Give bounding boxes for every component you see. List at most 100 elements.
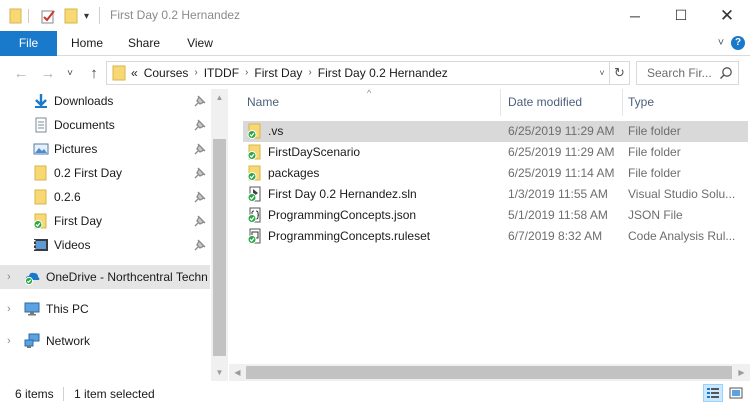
large-icons-view-icon: [729, 387, 743, 399]
file-type: File folder: [628, 166, 681, 180]
close-button[interactable]: ✕: [704, 0, 750, 31]
pin-icon[interactable]: [194, 143, 206, 155]
column-divider[interactable]: [500, 89, 501, 116]
sidebar-item-downloads[interactable]: Downloads: [0, 89, 210, 113]
search-input[interactable]: [637, 62, 715, 84]
pin-icon[interactable]: [194, 95, 206, 107]
details-view-button[interactable]: [703, 384, 723, 402]
breadcrumb-first-day[interactable]: First Day: [254, 62, 302, 84]
folder-icon: [34, 189, 47, 205]
search-icon[interactable]: [719, 66, 733, 80]
ribbon-tabs: File Home Share View ˅ ?: [0, 31, 750, 56]
breadcrumb-overflow[interactable]: «: [131, 62, 144, 84]
sidebar-item-0-2-6[interactable]: 0.2.6: [0, 185, 210, 209]
tab-home[interactable]: Home: [62, 31, 112, 56]
sidebar-item-label: Videos: [54, 238, 91, 252]
breadcrumb-separator[interactable]: ›: [239, 62, 254, 84]
breadcrumb-itddf[interactable]: ITDDF: [204, 62, 239, 84]
recent-locations-button[interactable]: ˅: [60, 65, 80, 81]
file-date: 6/7/2019 8:32 AM: [508, 229, 603, 243]
tab-share[interactable]: Share: [118, 31, 170, 56]
solution-file-icon: [247, 186, 261, 202]
column-header-date-modified[interactable]: Date modified: [508, 89, 620, 116]
navigation-pane: Downloads Documents Pictures 0.2 First D…: [0, 89, 228, 381]
minimize-button[interactable]: ─: [612, 0, 658, 31]
sidebar-item-videos[interactable]: Videos: [0, 233, 210, 257]
breadcrumb-current-folder[interactable]: First Day 0.2 Hernandez: [318, 62, 448, 84]
pin-icon[interactable]: [194, 167, 206, 179]
new-folder-icon[interactable]: [64, 7, 78, 25]
expand-chevron-icon[interactable]: ›: [7, 271, 17, 283]
this-pc-icon: [24, 302, 40, 316]
file-date: 6/25/2019 11:14 AM: [508, 166, 615, 180]
sidebar-item-label: 0.2.6: [54, 190, 81, 204]
properties-icon[interactable]: [40, 7, 56, 25]
sidebar-item-pictures[interactable]: Pictures: [0, 137, 210, 161]
file-list-horizontal-scrollbar[interactable]: ◀ ▶: [229, 364, 750, 381]
sidebar-item-network[interactable]: › Network: [0, 329, 210, 353]
file-row-packages[interactable]: packages 6/25/2019 11:14 AM File folder: [243, 163, 748, 184]
up-button[interactable]: ↑: [84, 65, 104, 82]
download-icon: [35, 94, 47, 108]
sidebar-item-first-day[interactable]: First Day: [0, 209, 210, 233]
back-button[interactable]: ←: [11, 65, 31, 82]
file-type: File folder: [628, 124, 681, 138]
file-name: .vs: [268, 124, 284, 138]
file-row-json[interactable]: ProgrammingConcepts.json 5/1/2019 11:58 …: [243, 205, 748, 226]
file-row-firstdayscenario[interactable]: FirstDayScenario 6/25/2019 11:29 AM File…: [243, 142, 748, 163]
column-header-name[interactable]: Name: [247, 89, 497, 116]
scroll-down-icon[interactable]: ▼: [211, 364, 228, 381]
scroll-right-icon[interactable]: ▶: [733, 364, 750, 381]
search-box[interactable]: [636, 61, 739, 85]
tab-file[interactable]: File: [0, 31, 57, 56]
sidebar-item-label: Documents: [54, 118, 115, 132]
scrollbar-thumb[interactable]: [213, 139, 226, 356]
scrollbar-thumb[interactable]: [246, 366, 732, 379]
scroll-up-icon[interactable]: ▲: [211, 89, 228, 106]
file-type: Visual Studio Solu...: [628, 187, 736, 201]
maximize-button[interactable]: ☐: [658, 0, 704, 31]
pictures-icon: [33, 143, 49, 155]
scroll-left-icon[interactable]: ◀: [229, 364, 246, 381]
file-name: ProgrammingConcepts.ruleset: [268, 229, 431, 243]
tab-view[interactable]: View: [176, 31, 224, 56]
pin-icon[interactable]: [194, 215, 206, 227]
navigation-pane-scrollbar[interactable]: ▲ ▼: [211, 89, 228, 381]
column-header-type[interactable]: Type: [628, 89, 738, 116]
sidebar-item-label: This PC: [46, 302, 89, 316]
file-name: packages: [268, 166, 320, 180]
pin-icon[interactable]: [194, 191, 206, 203]
forward-button[interactable]: →: [38, 65, 58, 82]
quick-access-toolbar-separator: [28, 7, 30, 25]
file-name: FirstDayScenario: [268, 145, 361, 159]
file-row-vs[interactable]: .vs 6/25/2019 11:29 AM File folder: [243, 121, 748, 142]
expand-chevron-icon[interactable]: ›: [7, 335, 17, 347]
breadcrumb-separator[interactable]: ›: [188, 62, 203, 84]
breadcrumb-separator[interactable]: ›: [302, 62, 317, 84]
address-bar[interactable]: « Courses › ITDDF › First Day › First Da…: [106, 61, 610, 85]
ruleset-file-icon: [247, 228, 261, 244]
file-row-solution[interactable]: First Day 0.2 Hernandez.sln 1/3/2019 11:…: [243, 184, 748, 205]
file-name: First Day 0.2 Hernandez.sln: [268, 187, 417, 201]
breadcrumb-courses[interactable]: Courses: [144, 62, 189, 84]
sidebar-item-0-2-first-day[interactable]: 0.2 First Day: [0, 161, 210, 185]
file-name: ProgrammingConcepts.json: [268, 208, 417, 222]
customize-toolbar-icon[interactable]: ▾: [84, 7, 89, 25]
pin-icon[interactable]: [194, 119, 206, 131]
expand-ribbon-icon[interactable]: ˅: [712, 31, 730, 56]
refresh-button[interactable]: ↻: [610, 61, 630, 85]
sidebar-item-onedrive[interactable]: › OneDrive - Northcentral Techn: [0, 265, 210, 289]
sidebar-item-documents[interactable]: Documents: [0, 113, 210, 137]
help-icon[interactable]: ?: [731, 36, 745, 50]
pin-icon[interactable]: [194, 239, 206, 251]
sidebar-item-this-pc[interactable]: › This PC: [0, 297, 210, 321]
address-row: ← → ˅ ↑ « Courses › ITDDF › First Day › …: [0, 57, 750, 89]
column-divider[interactable]: [622, 89, 623, 116]
file-row-ruleset[interactable]: ProgrammingConcepts.ruleset 6/7/2019 8:3…: [243, 226, 748, 247]
folder-icon: [9, 7, 23, 25]
large-icons-view-button[interactable]: [726, 384, 746, 402]
expand-chevron-icon[interactable]: ›: [7, 303, 17, 315]
file-date: 6/25/2019 11:29 AM: [508, 145, 615, 159]
json-file-icon: [247, 207, 261, 223]
address-dropdown-button[interactable]: ˅: [594, 61, 610, 85]
